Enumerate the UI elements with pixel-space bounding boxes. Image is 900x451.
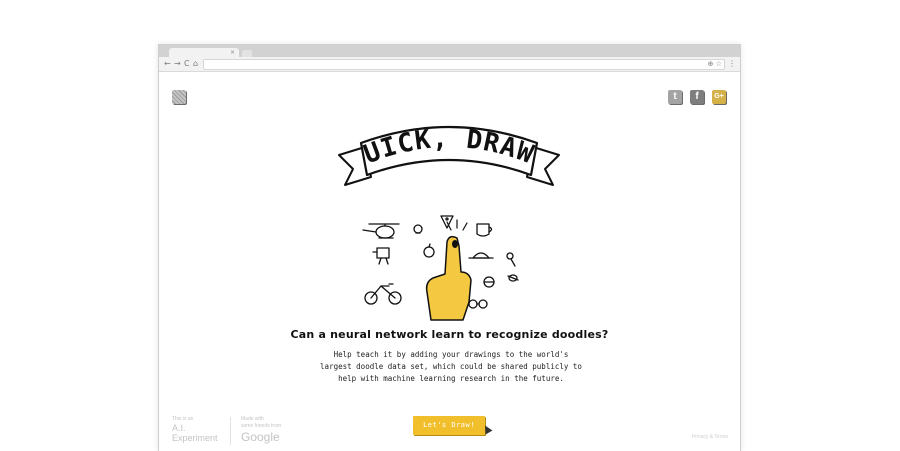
tab-close-icon[interactable]: × [230, 48, 235, 57]
gplus-share-button[interactable]: G+ [712, 90, 726, 104]
facebook-share-button[interactable]: f [690, 90, 704, 104]
footer-divider [230, 417, 231, 445]
headline: Can a neural network learn to recognize … [290, 328, 609, 341]
tab-strip: × [159, 45, 740, 57]
lets-draw-button[interactable]: Let's Draw! [413, 416, 485, 435]
back-icon[interactable]: ← [164, 58, 171, 70]
glasses-doodle [468, 299, 488, 309]
info-button[interactable] [172, 90, 186, 104]
forward-icon[interactable]: → [174, 58, 181, 70]
gplus-icon: G+ [714, 93, 724, 100]
google-credit[interactable]: Made with some friends from Google [241, 416, 281, 444]
browser-toolbar: ← → C ⌂ ⊕ ☆ ⋮ [159, 57, 740, 72]
twitter-share-button[interactable]: t [668, 90, 682, 104]
twitter-icon: t [673, 91, 677, 102]
lightbulb-doodle [413, 224, 423, 234]
flower-doodle [506, 252, 516, 267]
doodle-illustration [362, 215, 519, 321]
address-bar[interactable] [203, 59, 725, 70]
helicopter-doodle [362, 223, 400, 239]
robot-doodle [372, 247, 390, 265]
google-logo: Google [241, 430, 280, 444]
facebook-icon: f [695, 91, 699, 102]
browser-tab[interactable]: × [169, 48, 239, 57]
reload-icon[interactable]: C [184, 58, 190, 70]
footer-friends: some friends from [241, 423, 282, 429]
pointing-hand-doodle [425, 219, 472, 321]
description-text: Help teach it by adding your drawings to… [320, 350, 582, 383]
basketball-doodle [483, 276, 495, 288]
browser-menu-icon[interactable]: ⋮ [728, 58, 736, 70]
home-icon[interactable]: ⌂ [193, 58, 198, 70]
bicycle-doodle [364, 283, 402, 305]
footer-ai-label: A.I. [172, 423, 186, 433]
footer-experiment-label: Experiment [172, 433, 218, 443]
ai-experiment-link[interactable]: This is an A.I. Experiment [172, 416, 218, 443]
apple-doodle [423, 243, 435, 258]
browser-window: × ← → C ⌂ ⊕ ☆ ⋮ t f G+ UICK, DRAW Can a … [158, 44, 741, 451]
hat-doodle [468, 252, 494, 259]
privacy-terms-link[interactable]: Privacy & Terms [692, 434, 728, 440]
footer-tagline: This is an [172, 416, 194, 422]
zoom-bookmark-icons[interactable]: ⊕ ☆ [708, 58, 722, 70]
cup-doodle [476, 223, 493, 237]
page-content: t f G+ QUICK, DRAW! [159, 72, 740, 451]
bug-doodle [507, 274, 519, 282]
footer-made-with: Made with [241, 416, 264, 422]
new-tab-button[interactable] [242, 50, 252, 57]
